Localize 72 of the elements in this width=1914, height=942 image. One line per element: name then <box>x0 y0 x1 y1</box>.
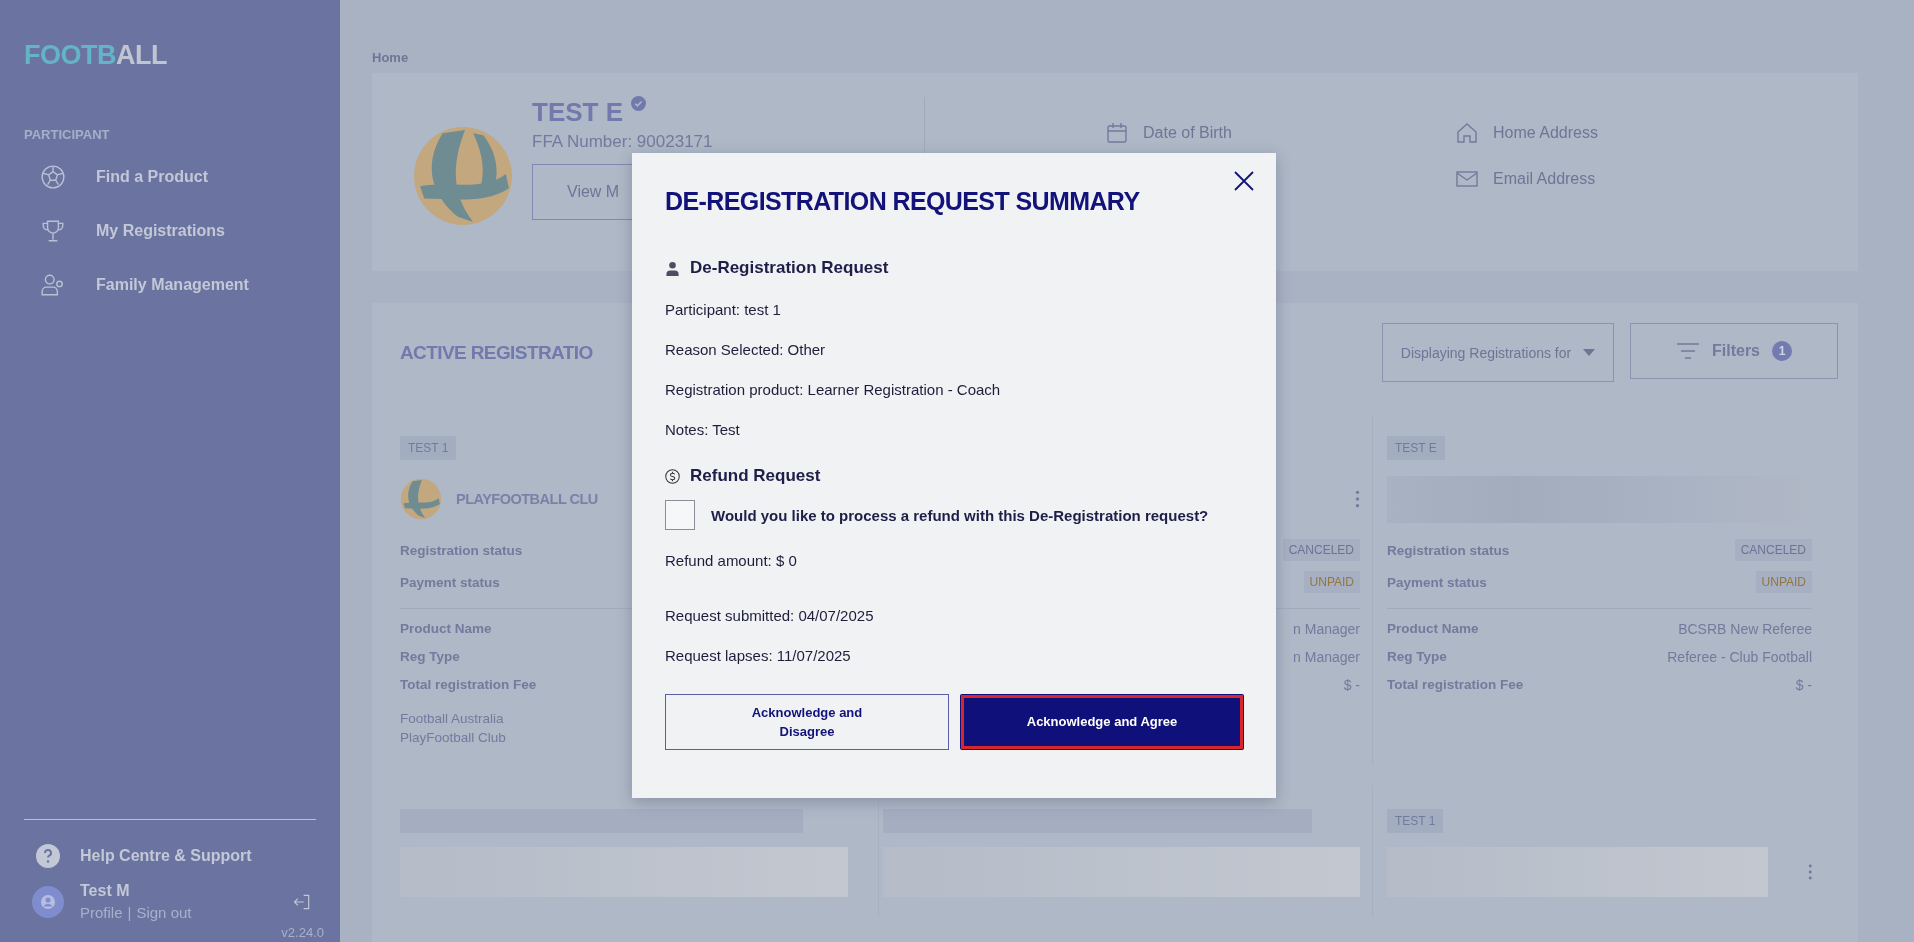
section-label: PARTICIPANT <box>24 127 110 142</box>
more-icon[interactable] <box>1807 862 1812 882</box>
refund-checkbox[interactable] <box>665 500 695 530</box>
nav-item[interactable]: Family Management <box>24 272 249 298</box>
field-value: n Manager <box>1293 649 1360 667</box>
status-badge: CANCELED <box>1282 539 1360 561</box>
field-value: $ - <box>1795 677 1812 695</box>
ffa-number: FFA Number: 90023171 <box>532 132 714 152</box>
trophy-icon <box>40 218 66 244</box>
section-heading: De-Registration Request <box>690 258 889 278</box>
nav-item[interactable]: My Registrations <box>24 218 225 244</box>
field-value: n Manager <box>1293 621 1360 639</box>
agree-button[interactable]: Acknowledge and Agree <box>960 694 1244 750</box>
section-title: ACTIVE REGISTRATIO <box>400 341 593 364</box>
organisation-name: Football Australia <box>400 711 504 726</box>
detail-label: Date of Birth <box>1143 124 1232 142</box>
summary-line: Registration product: Learner Registration - Coach <box>665 381 1002 398</box>
field-label: Payment status <box>400 574 500 590</box>
sign-out-link[interactable]: Sign out <box>136 904 192 921</box>
date-line: Request lapses: 11/07/2025 <box>665 647 852 664</box>
field-label: Total registration Fee <box>1387 677 1524 694</box>
organisation-name: PlayFootball Club <box>400 730 506 745</box>
club-logo <box>400 478 442 520</box>
filter-icon <box>1676 342 1700 360</box>
field-value: BCSRB New Referee <box>1678 621 1812 639</box>
field-label: Registration status <box>1387 542 1510 558</box>
field-value: $ - <box>1343 677 1360 695</box>
registrations-dropdown[interactable]: Displaying Registrations for <box>1382 323 1614 382</box>
status-badge: CANCELED <box>1734 539 1812 561</box>
summary-line: Notes: Test <box>665 421 741 438</box>
field-label: Reg Type <box>400 649 460 666</box>
version-label: v2.24.0 <box>281 925 324 940</box>
filter-count: 1 <box>1772 341 1792 361</box>
section-heading: Refund Request <box>690 466 821 486</box>
field-label: Total registration Fee <box>400 677 537 694</box>
summary-line: Refund amount: $ 0 <box>665 552 798 569</box>
home-icon <box>1455 121 1479 145</box>
disagree-button[interactable]: Acknowledge and Disagree <box>665 694 949 750</box>
field-value: Referee - Club Football <box>1667 649 1812 667</box>
filters-button[interactable]: Filters 1 <box>1630 323 1838 379</box>
close-icon[interactable] <box>1234 171 1254 191</box>
more-icon[interactable] <box>1355 489 1360 509</box>
date-line: Request submitted: 04/07/2025 <box>665 607 875 624</box>
help-link[interactable]: Help Centre & Support <box>24 844 252 868</box>
checkbox-label: Would you like to process a refund with this De-Registration request? <box>711 506 1209 524</box>
field-label: Product Name <box>400 621 492 638</box>
detail-label: Home Address <box>1493 124 1598 142</box>
dollar-coin-icon <box>665 468 680 484</box>
status-badge: UNPAID <box>1755 571 1812 593</box>
summary-line: Reason Selected: Other <box>665 341 827 358</box>
summary-line: Participant: test 1 <box>665 301 782 318</box>
field-label: Reg Type <box>1387 649 1447 666</box>
detail-label: Email Address <box>1493 170 1596 188</box>
calendar-icon <box>1105 121 1129 145</box>
logo: FOOTBALL <box>24 40 167 71</box>
field-label: Registration status <box>400 542 523 558</box>
user-name: Test M <box>80 882 130 900</box>
status-badge: UNPAID <box>1303 571 1360 593</box>
soccer-ball-icon <box>40 164 66 190</box>
help-icon <box>36 844 60 868</box>
avatar-icon <box>32 885 64 918</box>
nav-item[interactable]: Find a Product <box>24 164 208 190</box>
caret-icon <box>1583 348 1596 357</box>
separator: | <box>127 904 132 921</box>
profile-link[interactable]: Profile <box>80 904 123 921</box>
people-icon <box>40 272 66 298</box>
dialog-title: DE-REGISTRATION REQUEST SUMMARY <box>665 187 1141 216</box>
participant-name: TEST E <box>532 97 623 128</box>
person-icon <box>665 260 680 276</box>
field-label: Payment status <box>1387 574 1487 590</box>
field-label: Product Name <box>1387 621 1479 638</box>
breadcrumb[interactable]: Home <box>372 50 409 65</box>
